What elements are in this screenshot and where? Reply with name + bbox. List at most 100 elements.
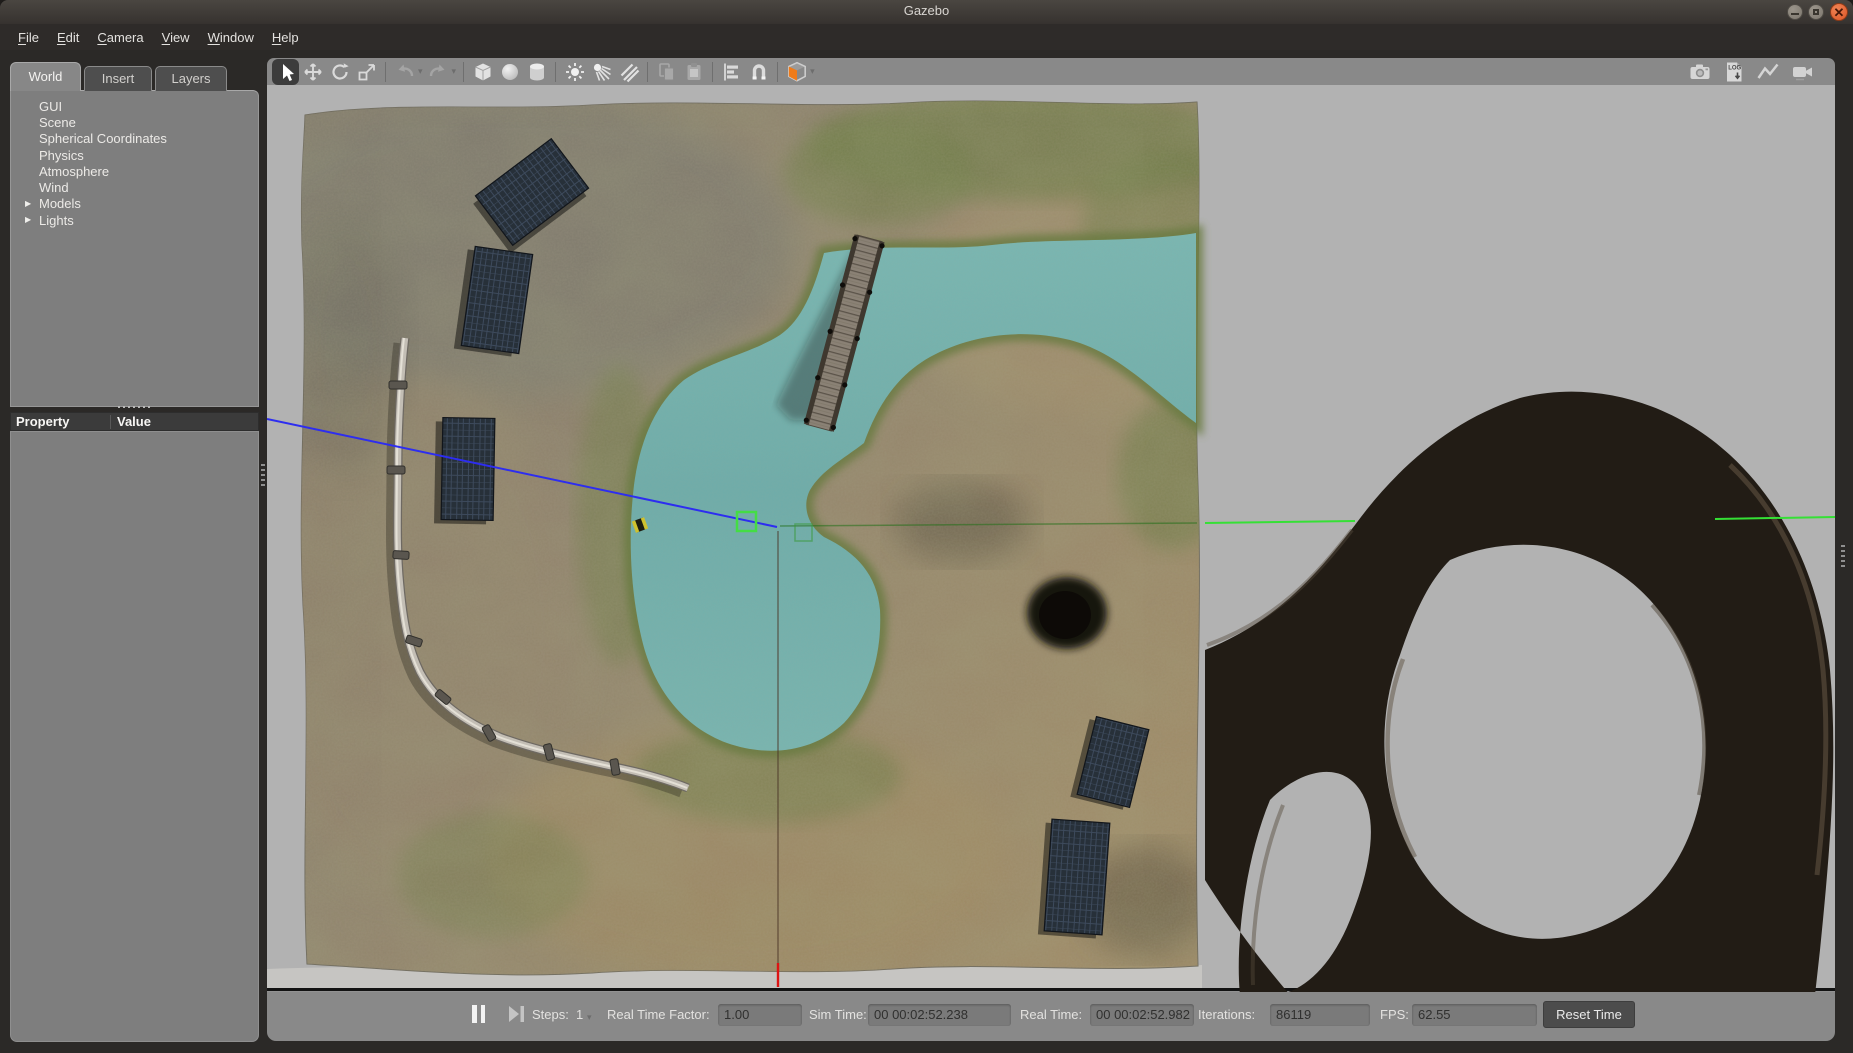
view-angle-button[interactable] xyxy=(783,59,810,85)
maximize-icon xyxy=(1813,9,1819,15)
tree-item-scene[interactable]: Scene xyxy=(11,114,258,130)
iterations-field[interactable]: 86119 xyxy=(1270,1004,1370,1026)
undo-button[interactable] xyxy=(391,59,418,85)
world-tree-panel: GUI Scene Spherical Coordinates Physics … xyxy=(10,90,259,407)
toolbar-separator xyxy=(385,62,386,82)
real-time-factor-field[interactable]: 1.00 xyxy=(718,1004,802,1026)
redo-dropdown-caret[interactable]: ▾ xyxy=(452,66,457,77)
steps-value[interactable]: 1 xyxy=(576,1004,583,1026)
video-record-button[interactable] xyxy=(1788,59,1815,85)
menu-edit[interactable]: Edit xyxy=(49,26,89,49)
tab-layers[interactable]: Layers xyxy=(155,66,227,91)
property-table-body[interactable] xyxy=(10,431,259,1042)
panel-viewport-splitter[interactable] xyxy=(261,464,265,488)
panel-splitter-handle[interactable] xyxy=(118,404,152,409)
pause-button[interactable] xyxy=(472,1005,488,1023)
tree-item-physics[interactable]: Physics xyxy=(11,147,258,163)
screenshot-button[interactable] xyxy=(1686,59,1713,85)
cylinder-shape-icon xyxy=(526,61,548,83)
scene-render xyxy=(267,85,1835,992)
tab-world[interactable]: World xyxy=(10,62,81,91)
translate-tool-button[interactable] xyxy=(299,59,326,85)
video-record-icon xyxy=(1790,60,1814,84)
tree-item-gui[interactable]: GUI xyxy=(11,98,258,114)
toolbar-separator xyxy=(712,62,713,82)
toolbar-separator xyxy=(647,62,648,82)
right-edge-splitter[interactable] xyxy=(1841,545,1845,569)
window-title: Gazebo xyxy=(0,3,1853,18)
paste-button[interactable] xyxy=(680,59,707,85)
fps-field[interactable]: 62.55 xyxy=(1412,1004,1537,1026)
menubar: File Edit Camera View Window Help xyxy=(0,24,1853,50)
spot-light-button[interactable] xyxy=(588,59,615,85)
insert-sphere-button[interactable] xyxy=(496,59,523,85)
close-icon: ✕ xyxy=(1834,6,1845,19)
select-arrow-tool-button[interactable] xyxy=(272,59,299,85)
minimize-icon xyxy=(1791,13,1799,15)
rotate-icon xyxy=(329,61,351,83)
paste-icon xyxy=(683,61,705,83)
toolbar-separator xyxy=(555,62,556,82)
tree-item-lights[interactable]: Lights xyxy=(11,212,258,228)
log-record-icon: LOG xyxy=(1722,60,1746,84)
expander-arrow-icon[interactable] xyxy=(25,200,39,208)
scale-tool-button[interactable] xyxy=(353,59,380,85)
insert-cylinder-button[interactable] xyxy=(523,59,550,85)
screenshot-camera-icon xyxy=(1688,60,1712,84)
snap-button[interactable] xyxy=(745,59,772,85)
sim-time-field[interactable]: 00 00:02:52.238 xyxy=(868,1004,1011,1026)
minimize-button[interactable] xyxy=(1787,4,1803,20)
plot-button[interactable] xyxy=(1754,59,1781,85)
value-column-header: Value xyxy=(117,414,151,429)
gazebo-window: Gazebo ✕ File Edit Camera View Window He… xyxy=(0,0,1853,1053)
insert-box-button[interactable] xyxy=(469,59,496,85)
maximize-button[interactable] xyxy=(1808,4,1824,20)
real-time-factor-label: Real Time Factor: xyxy=(607,1004,710,1026)
close-button[interactable]: ✕ xyxy=(1830,3,1848,21)
render-area: ▾ ▾ xyxy=(267,58,1835,1041)
copy-icon xyxy=(656,61,678,83)
tree-item-atmosphere[interactable]: Atmosphere xyxy=(11,163,258,179)
tree-item-models[interactable]: Models xyxy=(11,196,258,212)
view-angle-cube-icon xyxy=(785,60,809,84)
steps-label: Steps: xyxy=(532,1004,569,1026)
menu-window[interactable]: Window xyxy=(200,26,264,49)
rotate-tool-button[interactable] xyxy=(326,59,353,85)
log-record-button[interactable]: LOG xyxy=(1720,59,1747,85)
copy-button[interactable] xyxy=(653,59,680,85)
titlebar[interactable]: Gazebo ✕ xyxy=(0,0,1853,24)
redo-icon xyxy=(427,61,449,83)
reset-time-button[interactable]: Reset Time xyxy=(1543,1001,1635,1028)
real-time-field[interactable]: 00 00:02:52.982 xyxy=(1090,1004,1194,1026)
snap-magnet-icon xyxy=(748,61,770,83)
menu-camera[interactable]: Camera xyxy=(89,26,153,49)
redo-button[interactable] xyxy=(425,59,452,85)
tree-item-wind[interactable]: Wind xyxy=(11,179,258,195)
view-angle-dropdown-caret[interactable]: ▾ xyxy=(810,66,815,77)
translate-icon xyxy=(302,61,324,83)
menu-help[interactable]: Help xyxy=(264,26,309,49)
tab-insert[interactable]: Insert xyxy=(84,66,152,91)
real-time-label: Real Time: xyxy=(1020,1004,1082,1026)
plot-icon xyxy=(1756,60,1780,84)
toolbar: ▾ ▾ xyxy=(267,58,1835,85)
box-shape-icon xyxy=(472,61,494,83)
steps-dropdown-caret[interactable]: ▾ xyxy=(587,1006,592,1028)
menu-file[interactable]: File xyxy=(10,26,49,49)
step-icon xyxy=(508,1005,525,1023)
iterations-label: Iterations: xyxy=(1198,1004,1255,1026)
directional-light-button[interactable] xyxy=(615,59,642,85)
sim-time-label: Sim Time: xyxy=(809,1004,867,1026)
viewport-3d-scene[interactable] xyxy=(267,85,1835,992)
align-button[interactable] xyxy=(718,59,745,85)
expander-arrow-icon[interactable] xyxy=(25,216,39,224)
menu-view[interactable]: View xyxy=(154,26,200,49)
toolbar-separator xyxy=(777,62,778,82)
step-button[interactable] xyxy=(508,1005,525,1027)
column-divider[interactable] xyxy=(110,415,111,429)
fps-label: FPS: xyxy=(1380,1004,1409,1026)
point-light-button[interactable] xyxy=(561,59,588,85)
toolbar-separator xyxy=(463,62,464,82)
undo-dropdown-caret[interactable]: ▾ xyxy=(418,66,423,77)
tree-item-spherical-coordinates[interactable]: Spherical Coordinates xyxy=(11,131,258,147)
